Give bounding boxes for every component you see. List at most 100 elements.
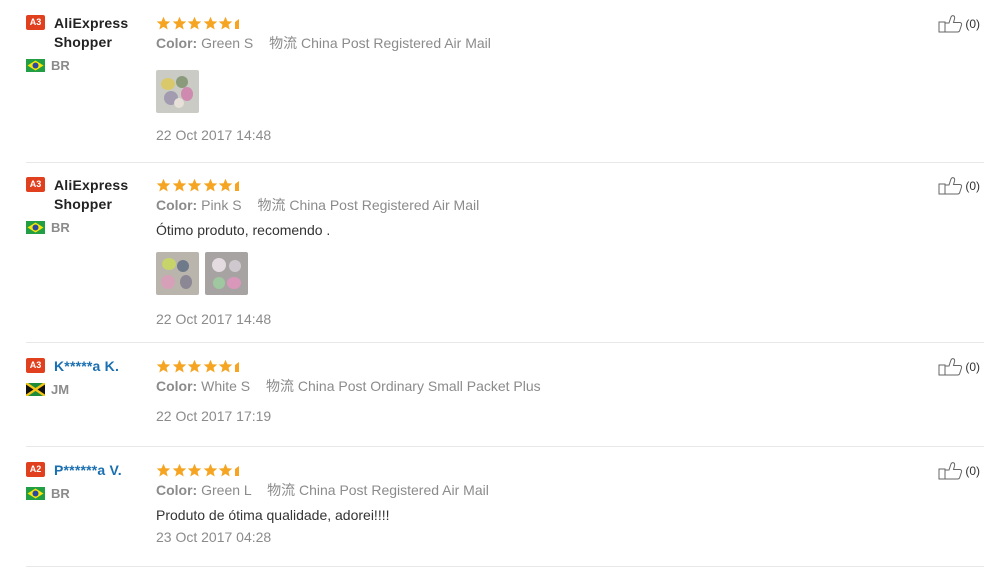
reviewer-name: AliExpress Shopper bbox=[54, 15, 129, 50]
review-body: Color: White S 物流 China Post Ordinary Sm… bbox=[156, 357, 876, 426]
star-icon bbox=[187, 463, 202, 476]
review-photos bbox=[156, 70, 876, 113]
review-date: 23 Oct 2017 04:28 bbox=[156, 529, 272, 545]
star-icon bbox=[187, 359, 202, 372]
star-icon bbox=[187, 178, 202, 191]
review-date: 22 Oct 2017 14:48 bbox=[156, 127, 272, 143]
star-rating bbox=[156, 176, 876, 194]
country-code: BR bbox=[51, 58, 70, 73]
star-icon bbox=[203, 463, 217, 476]
logistics-value: China Post Registered Air Mail bbox=[298, 482, 489, 498]
review-item: A3 K*****a K. JM Color: White S 物流 China… bbox=[26, 357, 984, 447]
reviewer-country: BR bbox=[26, 486, 151, 501]
star-icon bbox=[156, 463, 171, 476]
order-info: Color: Green L 物流 China Post Registered … bbox=[156, 480, 876, 500]
rating-tail-icon bbox=[234, 19, 239, 29]
review-body: Color: Green S 物流 China Post Registered … bbox=[156, 14, 876, 145]
helpful-button[interactable]: (0) bbox=[938, 357, 980, 377]
review-date: 22 Oct 2017 14:48 bbox=[156, 311, 272, 327]
reviewer-country: BR bbox=[26, 58, 151, 73]
order-info: Color: Green S 物流 China Post Registered … bbox=[156, 33, 876, 53]
review-photos bbox=[156, 252, 876, 295]
reviewer-info: A3 AliExpress Shopper BR bbox=[26, 176, 151, 235]
color-label: Color: bbox=[156, 482, 198, 498]
reviewer-name: AliExpress Shopper bbox=[54, 177, 129, 212]
logistics-value: China Post Registered Air Mail bbox=[289, 197, 480, 213]
logistics-label: 物流 bbox=[266, 378, 295, 394]
color-value: White S bbox=[201, 378, 251, 394]
logistics-label: 物流 bbox=[267, 482, 296, 498]
star-rating bbox=[156, 357, 876, 375]
logistics-value: China Post Registered Air Mail bbox=[301, 35, 491, 51]
br-flag-icon bbox=[26, 59, 45, 72]
star-icon bbox=[203, 16, 217, 29]
review-text: Produto de ótima qualidade, adorei!!!! bbox=[156, 507, 390, 523]
reviewer-name[interactable]: P******a V. bbox=[54, 461, 122, 480]
star-icon bbox=[203, 178, 217, 191]
helpful-count: (0) bbox=[965, 179, 980, 193]
logistics-value: China Post Ordinary Small Packet Plus bbox=[297, 378, 541, 394]
br-flag-icon bbox=[26, 221, 45, 234]
reviewer-info: A2 P******a V. BR bbox=[26, 461, 151, 501]
buyer-level-badge: A3 bbox=[26, 15, 45, 30]
order-info: Color: White S 物流 China Post Ordinary Sm… bbox=[156, 376, 876, 396]
review-text: Ótimo produto, recomendo . bbox=[156, 222, 331, 238]
star-icon bbox=[218, 16, 233, 29]
color-value: Green L bbox=[201, 482, 252, 498]
thumbs-up-icon bbox=[938, 358, 963, 376]
review-item: A3 AliExpress Shopper BR Color: Pink S 物… bbox=[26, 176, 984, 343]
logistics-label: 物流 bbox=[257, 197, 286, 213]
br-flag-icon bbox=[26, 487, 45, 500]
reviewer-country: BR bbox=[26, 220, 151, 235]
helpful-button[interactable]: (0) bbox=[938, 176, 980, 196]
color-label: Color: bbox=[156, 35, 198, 51]
country-code: JM bbox=[51, 382, 70, 397]
star-icon bbox=[172, 359, 186, 372]
reviewer-name[interactable]: K*****a K. bbox=[54, 357, 119, 376]
star-icon bbox=[156, 178, 171, 191]
reviewer-info: A3 AliExpress Shopper BR bbox=[26, 14, 151, 73]
review-photo[interactable] bbox=[156, 70, 199, 113]
thumbs-up-icon bbox=[938, 462, 963, 480]
star-icon bbox=[218, 359, 233, 372]
helpful-count: (0) bbox=[965, 360, 980, 374]
star-icon bbox=[203, 359, 217, 372]
color-label: Color: bbox=[156, 197, 198, 213]
star-rating bbox=[156, 14, 876, 32]
star-icon bbox=[172, 16, 186, 29]
reviewer-country: JM bbox=[26, 382, 151, 397]
star-icon bbox=[172, 178, 186, 191]
review-photo[interactable] bbox=[156, 252, 199, 295]
buyer-level-badge: A3 bbox=[26, 177, 45, 192]
thumbs-up-icon bbox=[938, 15, 963, 33]
reviewer-info: A3 K*****a K. JM bbox=[26, 357, 151, 397]
star-icon bbox=[218, 463, 233, 476]
color-value: Green S bbox=[201, 35, 254, 51]
star-icon bbox=[218, 178, 233, 191]
helpful-button[interactable]: (0) bbox=[938, 14, 980, 34]
helpful-count: (0) bbox=[965, 17, 980, 31]
rating-tail-icon bbox=[234, 466, 239, 476]
review-date: 22 Oct 2017 17:19 bbox=[156, 408, 272, 424]
review-photo[interactable] bbox=[205, 252, 248, 295]
star-icon bbox=[187, 16, 202, 29]
review-item: A2 P******a V. BR Color: Green L 物流 Chin… bbox=[26, 461, 984, 567]
color-value: Pink S bbox=[201, 197, 242, 213]
thumbs-up-icon bbox=[938, 177, 963, 195]
star-icon bbox=[156, 16, 171, 29]
logistics-label: 物流 bbox=[269, 35, 298, 51]
jm-flag-icon bbox=[26, 383, 45, 396]
rating-tail-icon bbox=[234, 362, 239, 372]
star-rating bbox=[156, 461, 876, 479]
star-icon bbox=[172, 463, 186, 476]
color-label: Color: bbox=[156, 378, 198, 394]
buyer-level-badge: A3 bbox=[26, 358, 45, 373]
review-body: Color: Green L 物流 China Post Registered … bbox=[156, 461, 876, 547]
country-code: BR bbox=[51, 220, 70, 235]
helpful-button[interactable]: (0) bbox=[938, 461, 980, 481]
review-item: A3 AliExpress Shopper BR Color: Green S … bbox=[26, 14, 984, 163]
buyer-level-badge: A2 bbox=[26, 462, 45, 477]
order-info: Color: Pink S 物流 China Post Registered A… bbox=[156, 195, 876, 215]
review-body: Color: Pink S 物流 China Post Registered A… bbox=[156, 176, 876, 329]
country-code: BR bbox=[51, 486, 70, 501]
